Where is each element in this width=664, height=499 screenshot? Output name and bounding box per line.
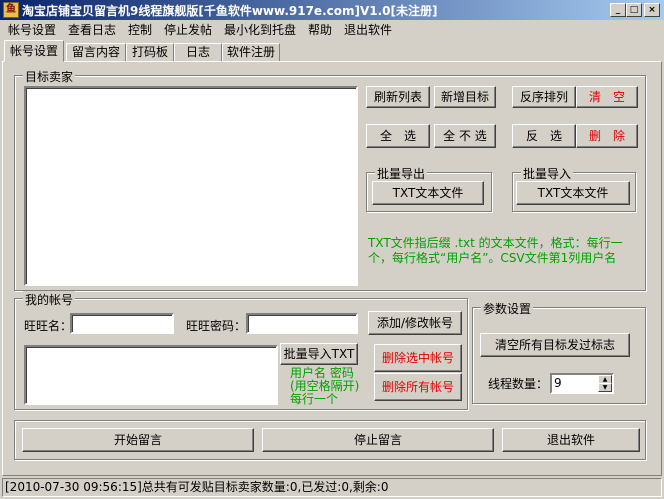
thread-count-label: 线程数量：: [488, 377, 549, 391]
export-txt-button[interactable]: TXT文本文件: [372, 181, 484, 205]
wangwang-name-input[interactable]: [70, 313, 174, 334]
tab-message-content[interactable]: 留言内容: [66, 43, 126, 62]
menu-account-settings[interactable]: 帐号设置: [8, 22, 56, 38]
menu-bar: 帐号设置 查看日志 控制 停止发帖 最小化到托盘 帮助 退出软件: [0, 20, 664, 40]
account-list[interactable]: [24, 345, 278, 405]
menu-control[interactable]: 控制: [128, 22, 152, 38]
menu-exit[interactable]: 退出软件: [344, 22, 392, 38]
deselect-all-button[interactable]: 全 不 选: [434, 124, 496, 148]
reverse-order-button[interactable]: 反序排列: [512, 86, 576, 108]
add-modify-account-button[interactable]: 添加/修改帐号: [368, 311, 462, 335]
thread-count-input[interactable]: 9 ▲ ▼: [550, 373, 614, 394]
account-format-hint: 用户名 密码 (用空格隔开) 每行一个: [290, 366, 360, 406]
menu-stop-posting[interactable]: 停止发帖: [164, 22, 212, 38]
stop-button[interactable]: 停止留言: [262, 428, 494, 452]
app-icon: 鱼: [3, 2, 19, 18]
select-all-button[interactable]: 全 选: [366, 124, 430, 148]
menu-view-log[interactable]: 查看日志: [68, 22, 116, 38]
tab-strip: 帐号设置 留言内容 打码板 日志 软件注册: [0, 40, 664, 62]
menu-help[interactable]: 帮助: [308, 22, 332, 38]
tab-captcha[interactable]: 打码板: [126, 43, 174, 62]
params-title: 参数设置: [481, 300, 534, 317]
wangwang-password-input[interactable]: [246, 313, 358, 334]
wangwang-password-label: 旺旺密码：: [186, 319, 247, 333]
delete-selected-account-button[interactable]: 删除选中帐号: [374, 344, 462, 372]
refresh-list-button[interactable]: 刷新列表: [366, 86, 430, 108]
start-button[interactable]: 开始留言: [22, 428, 254, 452]
tab-log[interactable]: 日志: [174, 43, 222, 62]
clear-sent-flags-button[interactable]: 清空所有目标发过标志: [480, 333, 630, 357]
exit-button[interactable]: 退出软件: [502, 428, 640, 452]
status-bar: [2010-07-30 09:56:15]总共有可发贴目标卖家数量:0,已发过:…: [2, 478, 662, 497]
menu-minimize-tray[interactable]: 最小化到托盘: [224, 22, 296, 38]
target-sellers-title: 目标卖家: [23, 68, 76, 85]
invert-selection-button[interactable]: 反 选: [512, 124, 576, 148]
spin-down-icon[interactable]: ▼: [598, 383, 612, 392]
close-button[interactable]: ×: [644, 3, 660, 17]
thread-count-value: 9: [554, 376, 562, 390]
batch-import-accounts-button[interactable]: 批量导入TXT: [280, 343, 358, 365]
add-target-button[interactable]: 新增目标: [434, 86, 496, 108]
delete-all-accounts-button[interactable]: 删除所有帐号: [374, 373, 462, 401]
maximize-button[interactable]: □: [626, 3, 642, 17]
tab-registration[interactable]: 软件注册: [222, 43, 280, 62]
clear-list-button[interactable]: 清 空: [576, 86, 638, 108]
target-seller-list[interactable]: [24, 86, 358, 286]
batch-import-title: 批量导入: [521, 165, 574, 182]
delete-targets-button[interactable]: 删 除: [576, 124, 638, 148]
window-title: 淘宝店铺宝贝留言机9线程旗舰版[千鱼软件www.917e.com]V1.0[未注…: [22, 4, 438, 18]
batch-export-title: 批量导出: [375, 165, 428, 182]
tab-account-settings[interactable]: 帐号设置: [4, 40, 64, 62]
import-format-hint: TXT文件指后缀 .txt 的文本文件，格式：每行一个，每行格式“用户名”。CS…: [368, 236, 623, 265]
my-account-title: 我的帐号: [23, 291, 76, 308]
wangwang-name-label: 旺旺名：: [24, 319, 73, 333]
minimize-button[interactable]: _: [610, 3, 626, 17]
title-bar: 鱼 淘宝店铺宝贝留言机9线程旗舰版[千鱼软件www.917e.com]V1.0[…: [0, 0, 664, 20]
import-txt-button[interactable]: TXT文本文件: [516, 181, 630, 205]
